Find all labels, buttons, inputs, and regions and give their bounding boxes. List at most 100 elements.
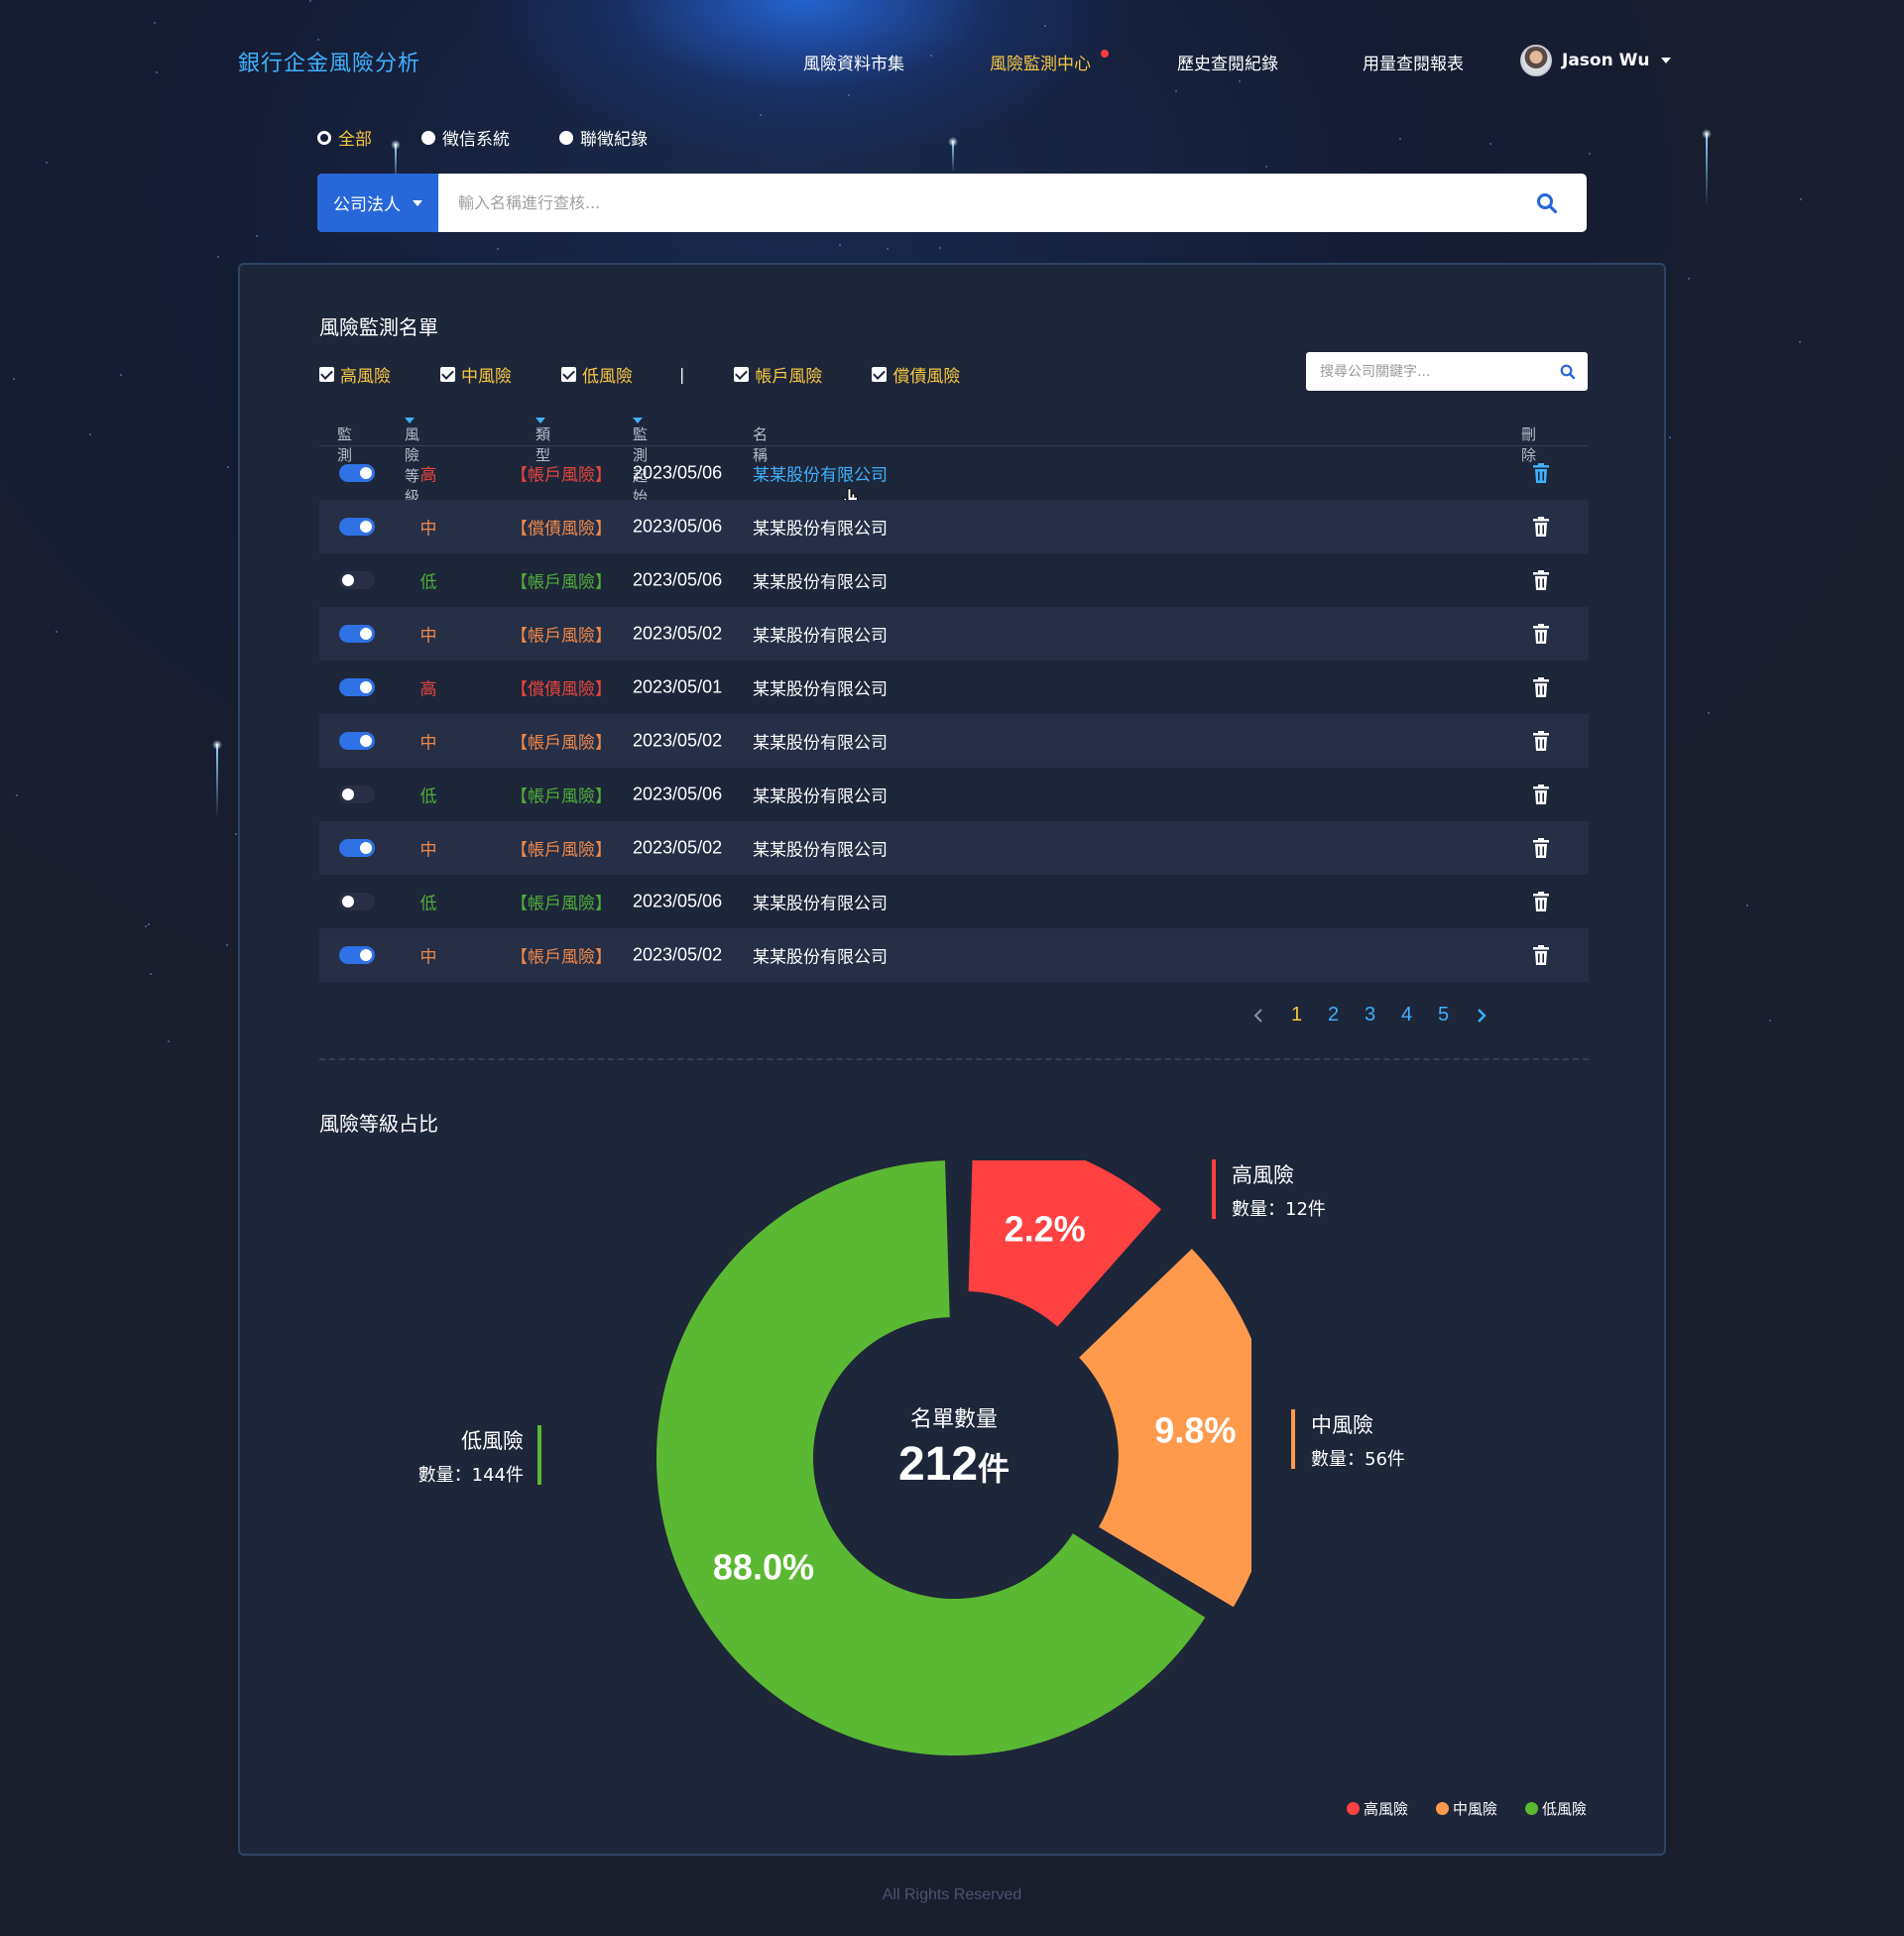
company-name-link[interactable]: 某某股份有限公司 [753,461,888,486]
monitor-toggle[interactable] [339,464,375,482]
start-date: 2023/05/02 [633,730,723,751]
filter-account-risk[interactable]: 帳戶風險 [734,362,822,387]
monitor-toggle[interactable] [339,732,375,750]
trash-icon [1533,785,1549,809]
callout-bar [1291,1409,1295,1469]
delete-button[interactable] [1533,892,1549,911]
start-date: 2023/05/06 [633,891,723,911]
star-dot [16,794,18,796]
risk-type: 【償債風險】 [511,519,612,540]
legend-item-high[interactable]: 高風險 [1346,1798,1408,1819]
nav-risk-data-market[interactable]: 風險資料市集 [803,50,904,74]
nav-risk-monitor-center[interactable]: 風險監測中心 [990,50,1091,74]
keyword-search-input[interactable] [1306,363,1548,380]
company-name-link[interactable]: 某某股份有限公司 [753,729,888,754]
risk-level: 中 [419,840,437,861]
delete-button[interactable] [1533,517,1549,537]
company-name-link[interactable]: 某某股份有限公司 [753,622,888,647]
table-header: 監測 風險等級 類型 監測起始日 名稱 刪除 [319,412,1589,527]
delete-button[interactable] [1533,677,1549,697]
company-name-link[interactable]: 某某股份有限公司 [753,515,888,540]
monitor-toggle[interactable] [339,839,375,857]
col-type[interactable]: 類型 [536,418,550,464]
user-menu[interactable]: Jason Wu [1520,45,1672,76]
star-dot [317,39,319,41]
company-name-link[interactable]: 某某股份有限公司 [753,836,888,861]
table-row: 高 【帳戶風險】 2023/05/06 某某股份有限公司 [319,446,1589,509]
scope-radio-credit-system[interactable]: 徵信系統 [421,125,510,150]
filter-repayment-risk[interactable]: 償債風險 [872,362,960,387]
section-divider [319,1058,1589,1060]
start-date: 2023/05/06 [633,569,723,590]
main-search-bar: 公司法人 [317,174,1587,232]
delete-button[interactable] [1533,945,1549,965]
delete-button[interactable] [1533,838,1549,858]
monitor-toggle[interactable] [339,571,375,589]
table-row: 中 【償債風險】 2023/05/06 某某股份有限公司 [319,500,1589,553]
delete-button[interactable] [1533,624,1549,644]
chevron-down-icon [413,199,422,206]
legend-item-mid[interactable]: 中風險 [1435,1798,1497,1819]
scope-radio-all[interactable]: 全部 [317,125,372,150]
filter-mid-risk[interactable]: 中風險 [440,362,512,387]
star-dot [1708,712,1710,714]
keyword-search-button[interactable] [1548,364,1588,380]
search-scope-group: 全部 徵信系統 聯徵紀錄 [317,125,648,150]
app-brand[interactable]: 銀行企金風險分析 [238,46,420,77]
monitor-toggle[interactable] [339,518,375,536]
page-2[interactable]: 2 [1315,1004,1352,1027]
monitor-toggle[interactable] [339,625,375,643]
star-dot [1399,138,1401,140]
search-button[interactable] [1507,174,1587,232]
page-5[interactable]: 5 [1425,1004,1462,1027]
col-start-date[interactable]: 監測起始日 [633,418,648,527]
risk-level: 中 [419,519,437,540]
star-dot [887,248,889,250]
callout-title: 低風險 [461,1429,524,1453]
star-dot [1044,25,1046,27]
delete-button[interactable] [1533,731,1549,751]
monitor-toggle[interactable] [339,786,375,803]
page-3[interactable]: 3 [1352,1004,1388,1027]
legend-item-low[interactable]: 低風險 [1524,1798,1587,1819]
monitor-toggle[interactable] [339,893,375,910]
company-name-link[interactable]: 某某股份有限公司 [753,943,888,968]
page-4[interactable]: 4 [1388,1004,1425,1027]
delete-button[interactable] [1533,463,1549,483]
delete-button[interactable] [1533,570,1549,590]
star-dot [13,378,15,380]
avatar [1520,45,1552,76]
prev-page-button[interactable] [1239,1008,1278,1024]
entity-type-select[interactable]: 公司法人 [317,174,438,232]
monitor-toggle[interactable] [339,946,375,964]
radio-label: 徵信系統 [442,130,510,150]
callout-mid: 中風險 數量：56件 [1291,1409,1405,1471]
filter-low-risk[interactable]: 低風險 [561,362,633,387]
page-1[interactable]: 1 [1278,1004,1315,1027]
risk-level: 高 [419,679,437,700]
monitor-toggle[interactable] [339,678,375,696]
star-dot [145,925,147,927]
company-name-link[interactable]: 某某股份有限公司 [753,890,888,914]
chevron-right-icon [1478,1008,1487,1023]
star-dot [120,374,122,376]
delete-button[interactable] [1533,785,1549,804]
scope-radio-jcic-records[interactable]: 聯徵紀錄 [559,125,648,150]
trash-icon [1533,892,1549,916]
company-name-link[interactable]: 某某股份有限公司 [753,568,888,593]
start-date: 2023/05/06 [633,516,723,537]
nav-history-records[interactable]: 歷史查閱紀錄 [1177,50,1278,74]
company-name-link[interactable]: 某某股份有限公司 [753,783,888,807]
main-panel: 風險監測名單 高風險 中風險 低風險 | 帳戶風險 償債風險 監測 風險等級 類… [238,263,1666,1856]
filter-high-risk[interactable]: 高風險 [319,362,391,387]
entity-type-label: 公司法人 [333,195,401,215]
table-row: 低 【帳戶風險】 2023/05/06 某某股份有限公司 [319,553,1589,607]
legend-label: 中風險 [1452,1800,1497,1818]
main-search-input[interactable] [438,174,1507,232]
risk-level: 低 [419,786,437,807]
start-date: 2023/05/06 [633,784,723,804]
next-page-button[interactable] [1462,1008,1501,1024]
col-level[interactable]: 風險等級 [405,418,419,506]
company-name-link[interactable]: 某某股份有限公司 [753,675,888,700]
nav-usage-report[interactable]: 用量查閱報表 [1363,50,1464,74]
